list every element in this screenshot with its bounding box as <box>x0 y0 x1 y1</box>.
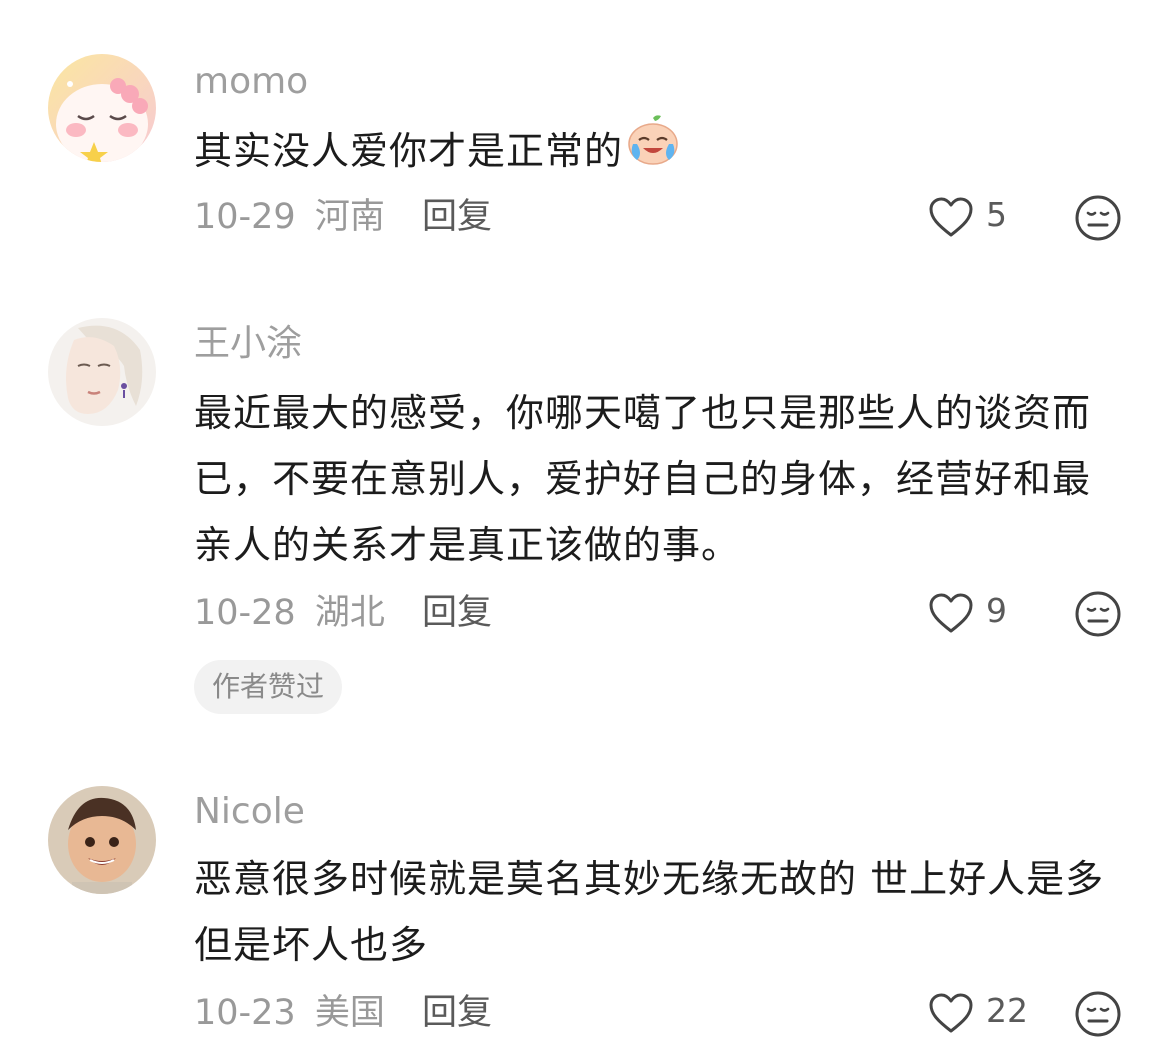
like-count: 22 <box>986 990 1028 1030</box>
comment-text: 恶意很多时候就是莫名其妙无缘无故的 世上好人是多但是坏人也多 <box>194 857 1105 967</box>
heart-outline-icon <box>929 993 973 1033</box>
like-button[interactable]: 22 <box>928 988 1028 1038</box>
reply-button[interactable]: 回复 <box>422 993 492 1033</box>
username[interactable]: Nicole <box>194 790 305 834</box>
comment-item: Nicole 恶意很多时候就是莫名其妙无缘无故的 世上好人是多但是坏人也多 10… <box>0 0 1170 1037</box>
comment-meta: 10-23 美国 回复 <box>194 988 492 1038</box>
comment-date: 10-23 <box>194 993 296 1033</box>
child-photo-avatar-icon <box>48 786 156 894</box>
comment-location: 美国 <box>314 993 385 1033</box>
meh-face-icon <box>1075 991 1121 1037</box>
user-avatar[interactable] <box>48 786 156 894</box>
dislike-button[interactable] <box>1074 990 1122 1038</box>
